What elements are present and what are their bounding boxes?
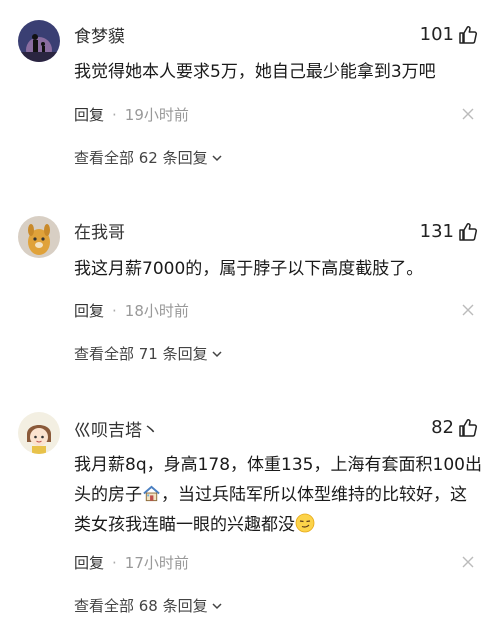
- view-all-label: 查看全部 68 条回复: [74, 597, 208, 615]
- comment-meta: 回复 · 18小时前: [74, 300, 189, 321]
- view-all-replies-link[interactable]: 查看全部 68 条回复: [74, 595, 223, 616]
- chevron-down-icon: [212, 154, 222, 161]
- chevron-down-icon: [212, 350, 222, 357]
- separator-dot: ·: [112, 105, 117, 124]
- reply-button[interactable]: 回复: [74, 552, 104, 573]
- like-button[interactable]: 131: [420, 221, 478, 242]
- thumbs-up-icon: [459, 418, 478, 437]
- close-icon[interactable]: [462, 556, 474, 568]
- username[interactable]: 巛呗吉塔丶: [74, 416, 159, 441]
- separator-dot: ·: [112, 301, 117, 320]
- comment-text: 我这月薪7000的，属于脖子以下高度截肢了。: [74, 259, 424, 279]
- view-all-label: 查看全部 71 条回复: [74, 345, 208, 363]
- timestamp: 18小时前: [124, 302, 189, 320]
- smirk-emoji-icon: [295, 513, 315, 533]
- timestamp: 17小时前: [124, 554, 189, 572]
- view-all-label: 查看全部 62 条回复: [74, 149, 208, 167]
- avatar[interactable]: [18, 412, 60, 454]
- comment-meta: 回复 · 19小时前: [74, 104, 189, 125]
- separator-dot: ·: [112, 553, 117, 572]
- house-emoji-icon: [143, 485, 160, 502]
- comment-text: 我觉得她本人要求5万，她自己最少能拿到3万吧: [74, 62, 436, 82]
- like-button[interactable]: 101: [420, 24, 478, 45]
- reply-button[interactable]: 回复: [74, 104, 104, 125]
- username[interactable]: 食梦貘: [74, 22, 125, 47]
- thumbs-up-icon: [459, 222, 478, 241]
- avatar[interactable]: [18, 20, 60, 62]
- avatar[interactable]: [18, 216, 60, 258]
- like-button[interactable]: 82: [431, 417, 478, 438]
- comment-meta: 回复 · 17小时前: [74, 552, 189, 573]
- username[interactable]: 在我哥: [74, 218, 125, 243]
- timestamp: 19小时前: [124, 106, 189, 124]
- reply-button[interactable]: 回复: [74, 300, 104, 321]
- like-count: 101: [419, 24, 454, 45]
- thumbs-up-icon: [459, 25, 478, 44]
- view-all-replies-link[interactable]: 查看全部 62 条回复: [74, 147, 223, 168]
- chevron-down-icon: [212, 602, 222, 609]
- like-count: 131: [419, 221, 454, 242]
- comment-text: 我月薪8q，身高178，体重135，上海有套面积100出头的房子 ，当过兵陆军所以…: [74, 450, 482, 540]
- like-count: 82: [431, 417, 454, 438]
- close-icon[interactable]: [462, 304, 474, 316]
- view-all-replies-link[interactable]: 查看全部 71 条回复: [74, 343, 223, 364]
- close-icon[interactable]: [462, 108, 474, 120]
